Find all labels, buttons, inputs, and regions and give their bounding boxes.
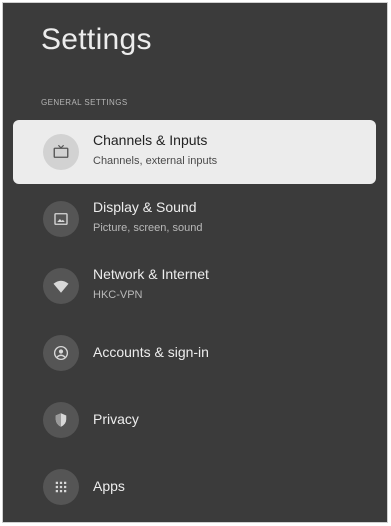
shield-icon	[43, 402, 79, 438]
section-header: GENERAL SETTINGS	[41, 98, 128, 107]
apps-grid-icon	[43, 469, 79, 505]
menu-item-network-internet[interactable]: Network & Internet HKC-VPN	[13, 254, 376, 318]
menu-item-accounts-signin[interactable]: Accounts & sign-in	[13, 321, 376, 385]
menu-item-channels-inputs[interactable]: Channels & Inputs Channels, external inp…	[13, 120, 376, 184]
menu-item-display-sound[interactable]: Display & Sound Picture, screen, sound	[13, 187, 376, 251]
menu-item-subtitle: Channels, external inputs	[93, 155, 218, 167]
menu-item-label: Display & Sound	[93, 199, 197, 215]
menu-item-label: Apps	[93, 478, 125, 494]
menu-item-subtitle: HKC-VPN	[93, 289, 143, 301]
menu-item-label: Privacy	[93, 411, 139, 427]
menu-item-privacy[interactable]: Privacy	[13, 388, 376, 452]
settings-panel: Settings GENERAL SETTINGS Channels & Inp…	[2, 2, 388, 523]
menu-item-subtitle: Picture, screen, sound	[93, 222, 203, 234]
picture-icon	[43, 201, 79, 237]
page-title: Settings	[41, 23, 152, 56]
account-icon	[43, 335, 79, 371]
tv-icon	[43, 134, 79, 170]
wifi-icon	[43, 268, 79, 304]
menu-item-apps[interactable]: Apps	[13, 455, 376, 519]
menu-item-label: Network & Internet	[93, 266, 209, 282]
menu-item-label: Channels & Inputs	[93, 132, 208, 148]
menu-item-label: Accounts & sign-in	[93, 344, 209, 360]
